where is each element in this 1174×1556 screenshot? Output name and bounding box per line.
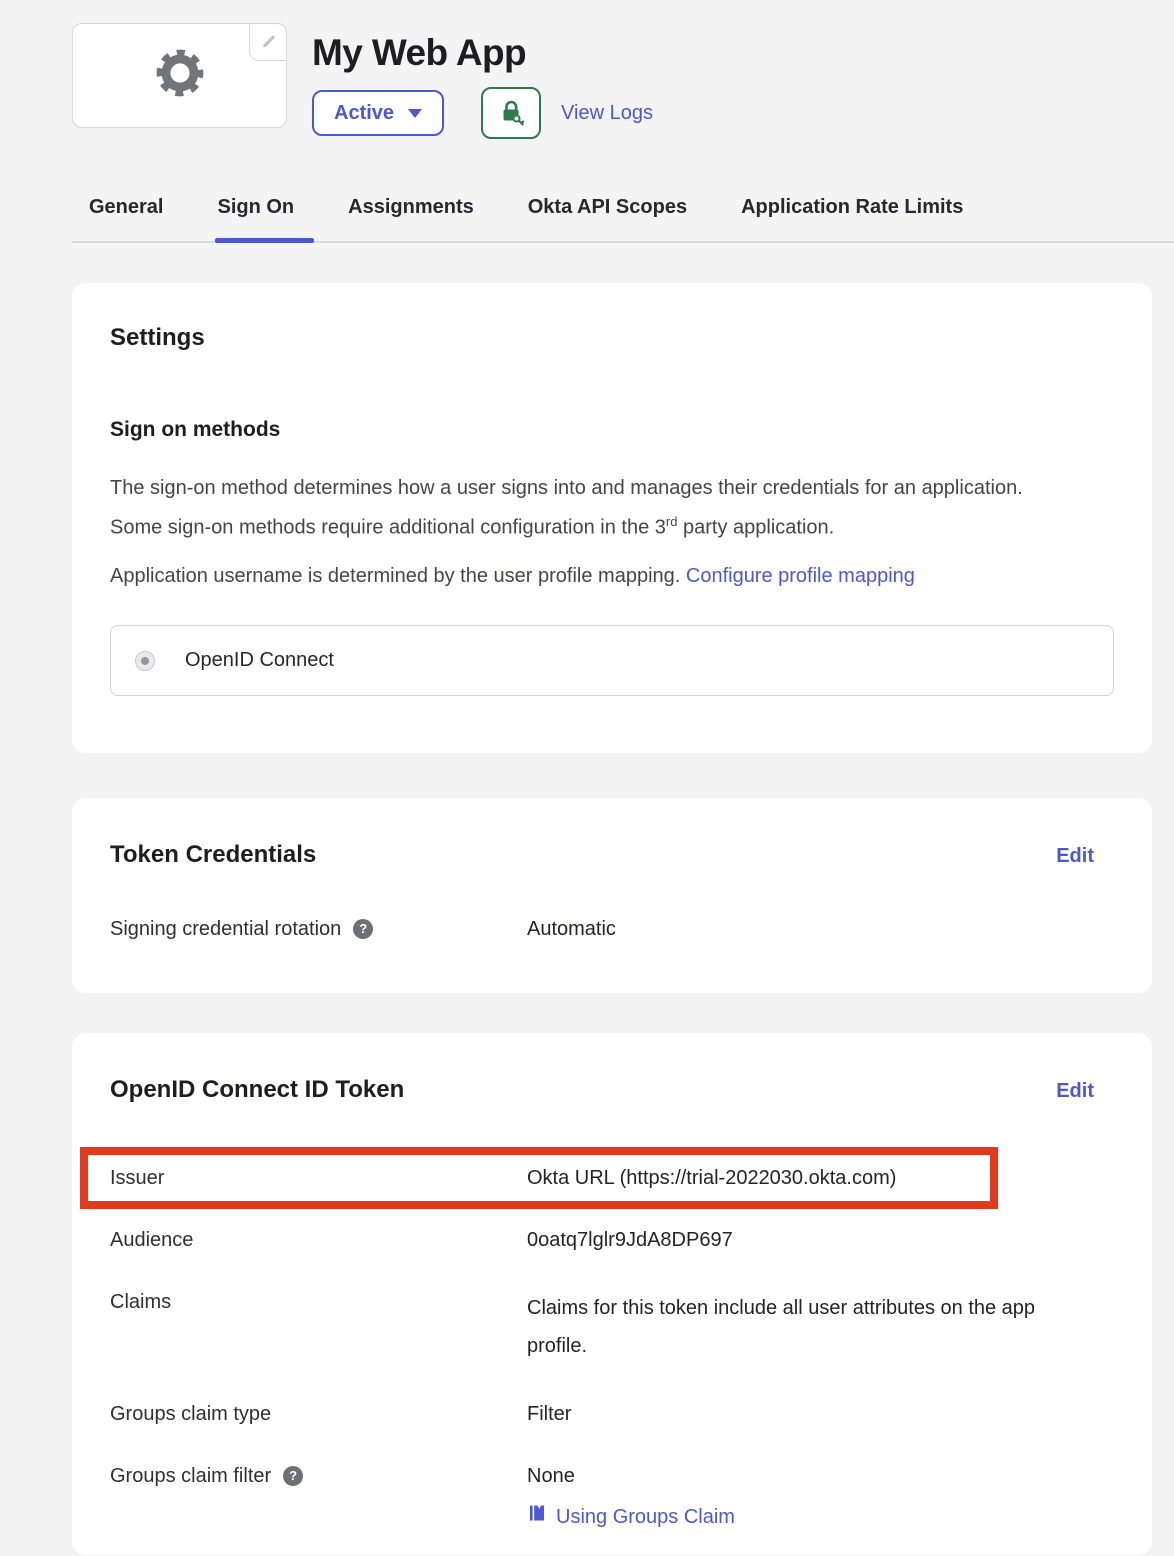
status-dropdown[interactable]: Active <box>312 90 444 136</box>
description-text-end: party application. <box>677 517 834 539</box>
token-credentials-card: Token Credentials Edit Signing credentia… <box>72 798 1152 993</box>
signing-credential-rotation-label: Signing credential rotation <box>110 916 341 942</box>
configure-profile-mapping-link[interactable]: Configure profile mapping <box>686 565 915 587</box>
view-logs-link[interactable]: View Logs <box>561 102 653 125</box>
tab-assignments[interactable]: Assignments <box>348 195 474 241</box>
help-icon[interactable] <box>283 1466 303 1486</box>
groups-claim-link-line: Using Groups Claim <box>527 1503 1094 1530</box>
groups-claim-filter-label: Groups claim filter <box>110 1463 271 1489</box>
tab-sign-on[interactable]: Sign On <box>217 195 294 241</box>
pencil-icon <box>259 31 277 54</box>
page-title: My Web App <box>312 31 653 75</box>
sign-on-policy-button[interactable] <box>481 87 541 139</box>
token-credentials-head: Token Credentials Edit <box>110 840 1094 870</box>
id-token-title: OpenID Connect ID Token <box>110 1075 404 1105</box>
tab-bar: General Sign On Assignments Okta API Sco… <box>72 195 1174 243</box>
gear-icon <box>153 46 207 105</box>
row-label: Groups claim filter <box>110 1463 527 1489</box>
row-label: Signing credential rotation <box>110 916 527 942</box>
row-issuer: Issuer Okta URL (https://trial-2022030.o… <box>110 1147 1094 1209</box>
row-label: Audience <box>110 1227 527 1253</box>
book-icon <box>527 1503 547 1530</box>
row-value: Okta URL (https://trial-2022030.okta.com… <box>527 1165 1094 1191</box>
sign-on-methods-title: Sign on methods <box>110 417 1094 443</box>
openid-connect-label: OpenID Connect <box>185 649 334 672</box>
settings-title: Settings <box>110 323 1094 353</box>
groups-claim-filter-value: None <box>527 1465 575 1487</box>
row-label: Claims <box>110 1289 527 1315</box>
app-logo-card <box>72 23 287 128</box>
id-token-rows: Issuer Okta URL (https://trial-2022030.o… <box>110 1147 1094 1548</box>
app-header: My Web App Active Vi <box>72 23 1174 139</box>
chevron-down-icon <box>408 109 422 118</box>
username-mapping-text: Application username is determined by th… <box>110 563 1094 589</box>
row-groups-claim-filter: Groups claim filter None Using <box>110 1445 1094 1548</box>
settings-card: Settings Sign on methods The sign-on met… <box>72 283 1152 753</box>
row-label: Groups claim type <box>110 1401 527 1427</box>
description-text: The sign-on method determines how a user… <box>110 477 1023 539</box>
id-token-head: OpenID Connect ID Token Edit <box>110 1075 1094 1105</box>
tab-application-rate-limits[interactable]: Application Rate Limits <box>741 195 963 241</box>
token-credentials-edit-link[interactable]: Edit <box>1056 845 1094 868</box>
sign-on-method-description: The sign-on method determines how a user… <box>110 471 1065 545</box>
username-mapping-static: Application username is determined by th… <box>110 565 686 587</box>
using-groups-claim-link[interactable]: Using Groups Claim <box>556 1504 735 1530</box>
row-value: None Using Groups Claim <box>527 1463 1094 1530</box>
row-claims: Claims Claims for this token include all… <box>110 1271 1094 1383</box>
help-icon[interactable] <box>353 919 373 939</box>
row-value: Automatic <box>527 916 1094 942</box>
ordinal-superscript: rd <box>666 514 678 529</box>
header-actions: Active View Logs <box>312 87 653 139</box>
tab-okta-api-scopes[interactable]: Okta API Scopes <box>528 195 687 241</box>
okta-app-settings-page: My Web App Active Vi <box>0 0 1174 1556</box>
sign-on-method-option: OpenID Connect <box>110 625 1114 696</box>
tab-general[interactable]: General <box>89 195 163 241</box>
row-label: Issuer <box>110 1165 527 1191</box>
row-value: Claims for this token include all user a… <box>527 1289 1094 1365</box>
header-main: My Web App Active Vi <box>312 23 653 139</box>
lock-key-icon <box>497 98 525 129</box>
edit-app-logo-button[interactable] <box>249 23 287 61</box>
row-groups-claim-type: Groups claim type Filter <box>110 1383 1094 1445</box>
row-value: Filter <box>527 1401 1094 1427</box>
row-audience: Audience 0oatq7lglr9JdA8DP697 <box>110 1209 1094 1271</box>
id-token-card: OpenID Connect ID Token Edit Issuer Okta… <box>72 1033 1152 1555</box>
id-token-edit-link[interactable]: Edit <box>1056 1080 1094 1103</box>
row-value: 0oatq7lglr9JdA8DP697 <box>527 1227 1094 1253</box>
status-dropdown-label: Active <box>334 102 394 125</box>
token-credentials-title: Token Credentials <box>110 840 316 870</box>
openid-connect-radio[interactable] <box>135 651 155 671</box>
table-row: Signing credential rotation Automatic <box>110 916 1094 942</box>
